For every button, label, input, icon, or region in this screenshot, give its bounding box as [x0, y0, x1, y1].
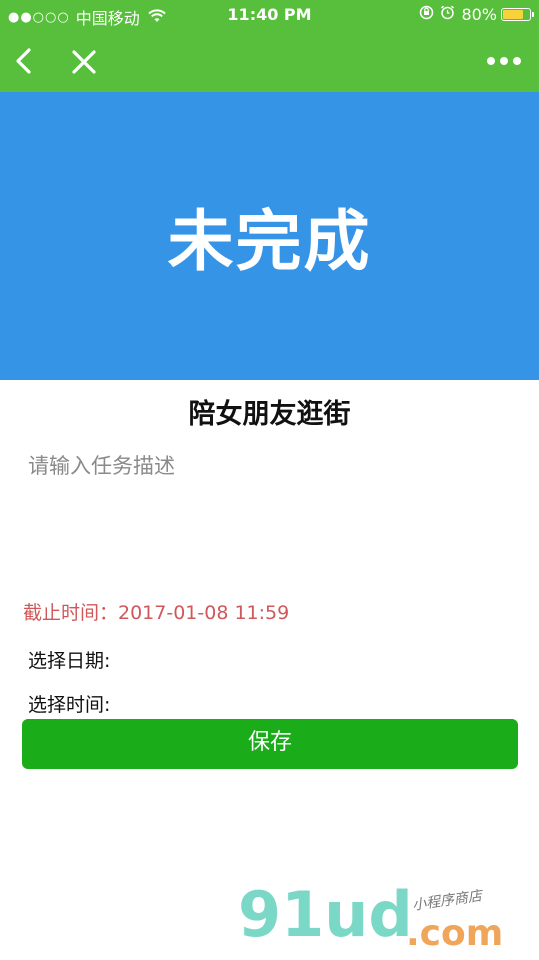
chevron-left-icon[interactable] [12, 47, 34, 75]
site-watermark: 91ud 小程序商店 .com [238, 884, 538, 960]
battery-fill [503, 10, 523, 19]
nav-bar [0, 30, 539, 92]
close-icon[interactable] [71, 49, 97, 75]
task-description-input[interactable] [28, 450, 508, 570]
rotation-lock-icon [419, 5, 434, 24]
time-picker[interactable]: 选择时间: [28, 690, 110, 717]
task-status-text: 未完成 [167, 203, 372, 280]
battery-percent: 80% [461, 5, 497, 24]
watermark-logo-text: 91ud [238, 878, 413, 951]
status-right: 80% [419, 5, 534, 24]
task-status-banner: 未完成 [0, 92, 539, 380]
battery-icon [501, 8, 534, 21]
watermark-domain: .com [406, 913, 504, 954]
more-dots-icon[interactable] [486, 55, 522, 67]
status-bar: ●●○○○ 中国移动 11:40 PM 80% [0, 0, 539, 30]
alarm-icon [440, 5, 455, 24]
deadline-text: 截止时间：2017-01-08 11:59 [23, 602, 290, 624]
task-title: 陪女朋友逛街 [188, 399, 351, 430]
watermark-subtitle: 小程序商店 [411, 888, 483, 914]
date-picker[interactable]: 选择日期: [28, 646, 110, 673]
save-button[interactable]: 保存 [22, 719, 518, 769]
